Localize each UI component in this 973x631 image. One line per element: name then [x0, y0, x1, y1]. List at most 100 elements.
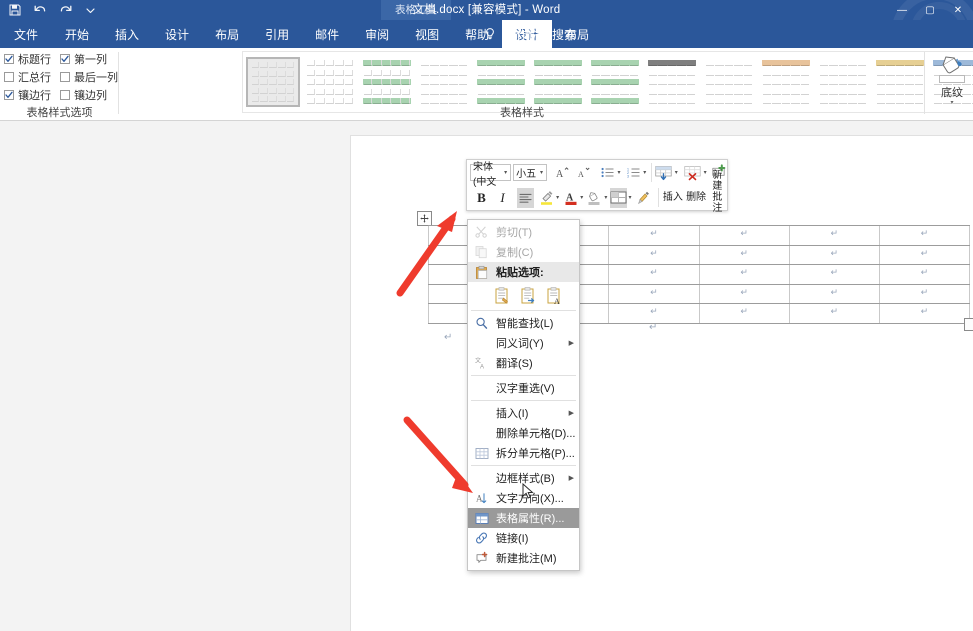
table-move-handle-icon[interactable] — [417, 211, 432, 226]
font-size-caret-icon[interactable]: ▾ — [537, 169, 546, 176]
checkbox-total-row-box[interactable] — [4, 72, 14, 82]
context-menu-item[interactable]: 链接(I) — [468, 528, 579, 548]
font-name-field[interactable]: 宋体 (中文 ▾ — [470, 162, 512, 188]
shading-color-caret-icon[interactable]: ▾ — [603, 194, 608, 201]
table-cell[interactable]: ↵ — [880, 265, 971, 284]
insert-cells-button[interactable]: 插入 — [661, 187, 684, 209]
table-cell[interactable]: ↵ — [700, 304, 790, 323]
table-cell[interactable]: ↵ — [790, 284, 880, 304]
numbering-icon[interactable]: 123 — [625, 163, 642, 183]
context-menu-item[interactable]: 粘贴选项: — [468, 262, 579, 282]
checkbox-header-row-box[interactable] — [4, 54, 14, 64]
checkbox-banded-columns[interactable]: 镶边列 — [60, 87, 116, 103]
bullets-caret-icon[interactable]: ▾ — [616, 169, 622, 176]
tab-file[interactable]: 文件 — [0, 20, 52, 48]
tab-insert[interactable]: 插入 — [102, 20, 152, 48]
table-cell[interactable]: ↵ — [790, 245, 880, 265]
table-cell[interactable]: ↵ — [700, 284, 790, 304]
checkbox-first-column[interactable]: 第一列 — [60, 51, 116, 67]
paste-merge-formatting-icon[interactable] — [520, 286, 537, 305]
context-menu-item[interactable]: 拆分单元格(P)... — [468, 443, 579, 463]
grow-font-icon[interactable]: A — [554, 163, 571, 183]
table-style-thumbnail[interactable] — [531, 57, 585, 107]
table-style-thumbnail[interactable] — [873, 57, 927, 107]
numbering-caret-icon[interactable]: ▾ — [642, 169, 648, 176]
table-style-thumbnail[interactable] — [417, 57, 471, 107]
table-cell[interactable]: ↵ — [609, 245, 700, 265]
insert-caret-icon[interactable]: ▾ — [673, 169, 679, 176]
table-cell[interactable]: ↵ — [609, 226, 700, 245]
tab-home[interactable]: 开始 — [52, 20, 102, 48]
context-menu-item[interactable]: 删除单元格(D)... — [468, 423, 579, 443]
shading-dropdown-caret[interactable]: ▾ — [950, 100, 953, 106]
table-cell[interactable]: ↵ — [880, 284, 971, 304]
table-cell[interactable]: ↵ — [700, 265, 790, 284]
table-cell[interactable]: ↵ — [700, 245, 790, 265]
format-painter-button[interactable] — [636, 188, 653, 208]
context-menu-item[interactable]: 智能查找(L) — [468, 313, 579, 333]
font-size-field[interactable]: 小五 ▾ — [513, 164, 548, 181]
new-comment-button[interactable]: 新建 批注 — [708, 170, 727, 214]
table-style-thumbnail[interactable] — [588, 57, 642, 107]
tab-view[interactable]: 视图 — [402, 20, 452, 48]
font-color-button[interactable]: A — [562, 188, 579, 208]
table-cell[interactable]: ↵ — [609, 265, 700, 284]
table-cell[interactable]: ↵ — [880, 304, 971, 323]
delete-cells-button[interactable]: 删除 — [684, 187, 707, 209]
font-color-caret-icon[interactable]: ▾ — [579, 194, 584, 201]
table-style-thumbnail[interactable] — [759, 57, 813, 107]
borders-button[interactable] — [610, 187, 628, 208]
table-style-thumbnail[interactable] — [303, 57, 357, 107]
table-style-thumbnail[interactable] — [702, 57, 756, 107]
tab-layout[interactable]: 布局 — [202, 20, 252, 48]
checkbox-total-row[interactable]: 汇总行 — [4, 69, 60, 85]
maximize-button[interactable]: ▢ — [917, 0, 943, 20]
delete-table-icon[interactable] — [683, 163, 702, 183]
table-cell[interactable]: ↵ — [700, 226, 790, 245]
tab-mailings[interactable]: 邮件 — [302, 20, 352, 48]
table-cell[interactable]: ↵ — [880, 226, 971, 245]
align-button[interactable] — [517, 187, 534, 208]
checkbox-banded-rows-box[interactable] — [4, 90, 14, 100]
tell-me-search[interactable]: 操作说明搜索 — [483, 20, 576, 48]
italic-button[interactable]: I — [494, 188, 511, 208]
checkbox-banded-rows[interactable]: 镶边行 — [4, 87, 60, 103]
borders-caret-icon[interactable]: ▾ — [627, 194, 632, 201]
paste-keep-source-formatting-icon[interactable] — [494, 286, 511, 305]
context-menu-item-selected[interactable]: 表格属性(R)... — [468, 508, 579, 528]
bullets-icon[interactable] — [599, 163, 616, 183]
checkbox-last-column[interactable]: 最后一列 — [60, 69, 118, 85]
table-resize-handle-icon[interactable] — [964, 318, 973, 331]
highlight-color-button[interactable] — [538, 188, 555, 208]
checkbox-header-row[interactable]: 标题行 — [4, 51, 60, 67]
shading-button[interactable]: 底纹 ▾ — [933, 53, 971, 109]
context-menu-item[interactable]: 汉字重选(V) — [468, 378, 579, 398]
checkbox-banded-columns-box[interactable] — [60, 90, 70, 100]
context-menu-item[interactable]: 插入(I) ▶ — [468, 403, 579, 423]
paste-keep-text-only-icon[interactable]: A — [546, 286, 563, 306]
table-style-thumbnail[interactable] — [645, 57, 699, 107]
shading-color-button[interactable] — [586, 188, 603, 208]
table-cell[interactable]: ↵ — [790, 304, 880, 323]
shrink-font-icon[interactable]: A — [575, 163, 592, 183]
table-style-thumbnail[interactable] — [360, 57, 414, 107]
table-cell[interactable]: ↵ — [790, 265, 880, 284]
table-style-thumbnail[interactable] — [816, 57, 870, 107]
tab-references[interactable]: 引用 — [252, 20, 302, 48]
minimize-button[interactable]: — — [889, 0, 915, 20]
table-cell[interactable]: ↵ — [880, 245, 971, 265]
tab-design[interactable]: 设计 — [152, 20, 202, 48]
checkbox-last-column-box[interactable] — [60, 72, 70, 82]
context-menu-item[interactable]: 文 A 翻译(S) — [468, 353, 579, 373]
table-cell[interactable]: ↵ — [609, 304, 700, 323]
bold-button[interactable]: B — [473, 188, 490, 208]
table-cell[interactable]: ↵ — [790, 226, 880, 245]
context-menu[interactable]: 剪切(T) 复制(C) 粘贴选项: A 智能查找(L) 同义词(Y) ▶ 文 A 翻译(S) 汉字重… — [467, 219, 580, 571]
table-style-thumbnail[interactable] — [474, 57, 528, 107]
context-menu-item[interactable]: 新建批注(M) — [468, 548, 579, 568]
table-cell[interactable]: ↵ — [609, 284, 700, 304]
close-button[interactable]: ✕ — [945, 0, 971, 20]
context-menu-item[interactable]: 同义词(Y) ▶ — [468, 333, 579, 353]
checkbox-first-column-box[interactable] — [60, 54, 70, 64]
tab-review[interactable]: 审阅 — [352, 20, 402, 48]
